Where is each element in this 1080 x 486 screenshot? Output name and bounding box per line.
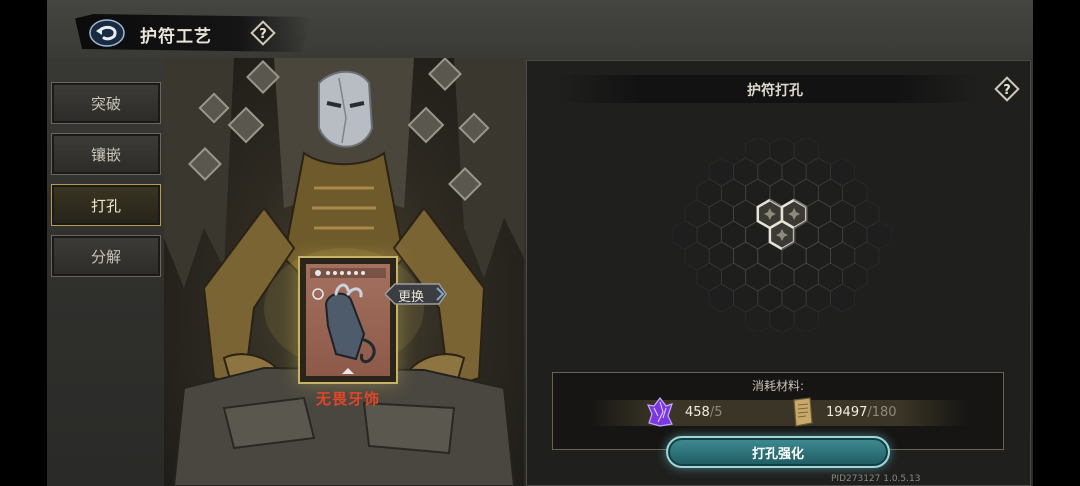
page-title: 护符工艺 [140, 27, 212, 47]
purple-crystal-icon [646, 397, 673, 427]
tab-inlay[interactable]: 镶嵌 [51, 133, 161, 175]
question-diamond-icon: ? [994, 76, 1020, 102]
amulet-name: 无畏牙饰 [316, 390, 381, 408]
question-diamond-icon: ? [250, 20, 276, 46]
crystal-amount: 458/5 [685, 405, 722, 420]
tab-label: 打孔 [90, 196, 121, 215]
tab-label: 镶嵌 [90, 145, 121, 164]
punch-enhance-button[interactable]: 打孔强化 [666, 436, 890, 468]
socket-hex-grid [672, 136, 892, 334]
hex-grid-svg [672, 136, 892, 334]
scroll-amount: 19497/180 [826, 405, 897, 420]
amulet-card[interactable] [298, 256, 398, 384]
crystal-owned: 458 [685, 405, 710, 420]
svg-text:?: ? [259, 27, 267, 42]
tab-decompose[interactable]: 分解 [51, 235, 161, 277]
back-arrow-icon [89, 19, 125, 47]
scroll-required: /180 [867, 405, 897, 420]
claw-hand-icon [310, 268, 386, 374]
panel-help-button[interactable]: ? [992, 74, 1022, 104]
swap-label: 更换 [398, 290, 425, 305]
scroll-icon [793, 397, 813, 427]
svg-text:?: ? [1003, 83, 1011, 98]
game-screen: 护符工艺 ? 突破 镶嵌 打孔 分解 更换 无畏牙饰 护符打孔 ? 消耗材料: … [0, 0, 1080, 486]
scroll-owned: 19497 [826, 405, 868, 420]
version-text: PID273127 1.0.5.13 [831, 474, 921, 484]
tab-label: 分解 [90, 247, 121, 266]
panel-title: 护符打孔 [747, 83, 803, 99]
punch-enhance-label: 打孔强化 [751, 446, 804, 462]
tab-breakthrough[interactable]: 突破 [51, 82, 161, 124]
crystal-required: /5 [709, 405, 723, 420]
tab-punch-hole[interactable]: 打孔 [51, 184, 161, 226]
tab-label: 突破 [90, 94, 121, 113]
amulet-card-face [306, 264, 390, 376]
help-button[interactable]: ? [249, 19, 277, 47]
back-button[interactable] [88, 18, 126, 48]
materials-label: 消耗材料: [752, 379, 805, 393]
